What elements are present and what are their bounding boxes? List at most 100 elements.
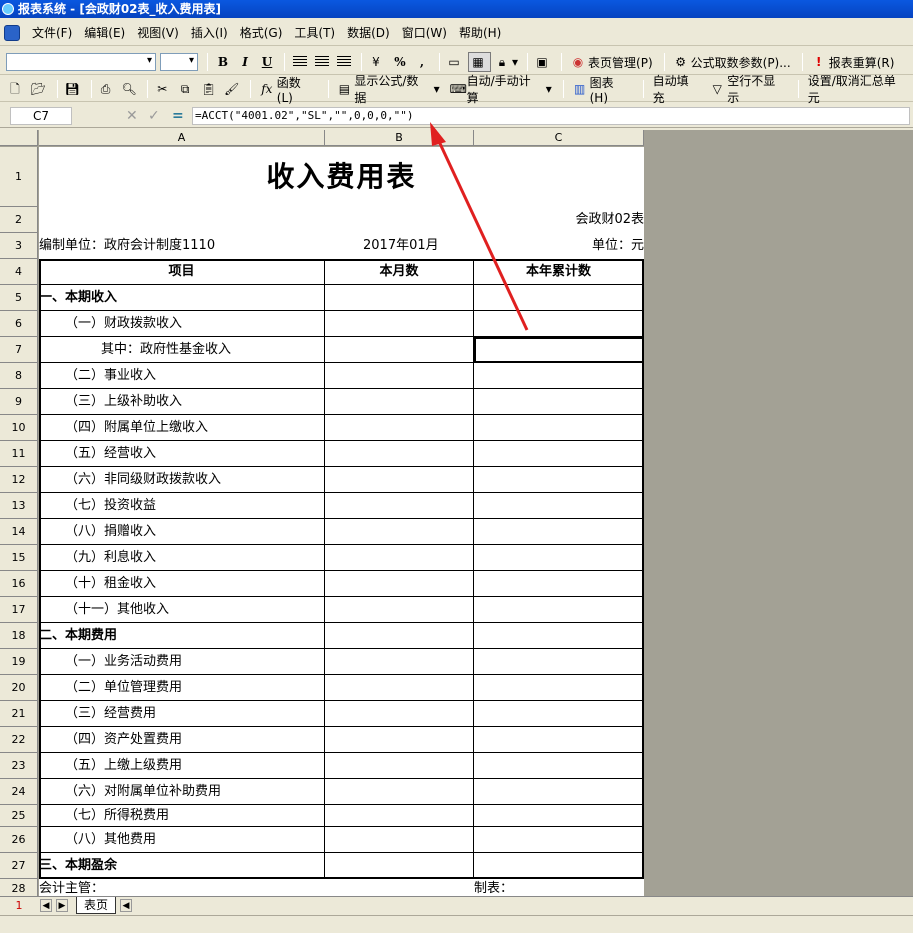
- month-value-cell[interactable]: [325, 363, 474, 389]
- row-header-11[interactable]: 11: [0, 441, 38, 467]
- row-header-8[interactable]: 8: [0, 363, 38, 389]
- month-value-cell[interactable]: [325, 519, 474, 545]
- bold-button[interactable]: B: [213, 52, 233, 72]
- month-value-cell[interactable]: [325, 727, 474, 753]
- ytd-value-cell[interactable]: [474, 571, 644, 597]
- month-value-cell[interactable]: [325, 337, 474, 363]
- ytd-value-cell[interactable]: [474, 519, 644, 545]
- row-header-7[interactable]: 7: [0, 337, 38, 363]
- confirm-icon[interactable]: ✓: [148, 108, 160, 124]
- cancel-icon[interactable]: ✕: [126, 108, 138, 124]
- ytd-value-cell[interactable]: [474, 363, 644, 389]
- month-value-cell[interactable]: [325, 779, 474, 805]
- screen-button[interactable]: ▣: [533, 52, 554, 72]
- row-header-15[interactable]: 15: [0, 545, 38, 571]
- menu-file[interactable]: 文件(F): [26, 24, 78, 41]
- row-header-24[interactable]: 24: [0, 779, 38, 805]
- month-value-cell[interactable]: [325, 441, 474, 467]
- document-icon[interactable]: [4, 24, 20, 41]
- page-mgmt-button[interactable]: ◉ 表页管理(P): [567, 52, 657, 72]
- row-header-16[interactable]: 16: [0, 571, 38, 597]
- column-header-a[interactable]: A: [39, 130, 325, 146]
- set-total-button[interactable]: 设置/取消汇总单元: [804, 74, 911, 105]
- print-preview-button[interactable]: 🔍︎: [120, 79, 141, 99]
- ytd-value-cell[interactable]: [474, 623, 644, 649]
- ytd-value-cell[interactable]: [474, 441, 644, 467]
- formula-params-button[interactable]: ⚙ 公式取数参数(P)...: [670, 52, 795, 72]
- ytd-value-cell[interactable]: [474, 779, 644, 805]
- month-value-cell[interactable]: [325, 853, 474, 879]
- ytd-value-cell[interactable]: [474, 285, 644, 311]
- lock-button[interactable]: 🔒︎ ▾: [493, 52, 520, 72]
- row-header-2[interactable]: 2: [0, 207, 38, 233]
- menu-data[interactable]: 数据(D): [341, 24, 396, 41]
- grid-button[interactable]: ▦: [468, 52, 491, 72]
- sheet-tab[interactable]: 表页: [76, 897, 116, 914]
- show-formula-button[interactable]: ▤ 显示公式/数据 ▾: [334, 74, 444, 105]
- month-value-cell[interactable]: [325, 389, 474, 415]
- row-header-28[interactable]: 28: [0, 879, 38, 896]
- menu-window[interactable]: 窗口(W): [396, 24, 453, 41]
- month-value-cell[interactable]: [325, 467, 474, 493]
- equals-icon[interactable]: =: [172, 108, 184, 124]
- function-button[interactable]: fx 函数(L): [256, 76, 321, 105]
- menu-format[interactable]: 格式(G): [234, 24, 289, 41]
- row-header-22[interactable]: 22: [0, 727, 38, 753]
- percent-button[interactable]: %: [390, 52, 410, 72]
- paste-button[interactable]: 📋︎: [199, 79, 220, 99]
- row-header-12[interactable]: 12: [0, 467, 38, 493]
- column-header-b[interactable]: B: [325, 130, 474, 146]
- select-all-corner[interactable]: [0, 130, 38, 146]
- font-size-select[interactable]: [160, 53, 198, 71]
- open-button[interactable]: 📂︎: [29, 79, 50, 99]
- new-button[interactable]: 🗋: [6, 79, 27, 99]
- row-header-27[interactable]: 27: [0, 853, 38, 879]
- month-value-cell[interactable]: [325, 571, 474, 597]
- ytd-value-cell[interactable]: [474, 545, 644, 571]
- row-header-25[interactable]: 25: [0, 805, 38, 827]
- autofill-button[interactable]: 自动填充: [649, 74, 705, 105]
- month-value-cell[interactable]: [325, 649, 474, 675]
- menu-view[interactable]: 视图(V): [131, 24, 185, 41]
- row-header-19[interactable]: 19: [0, 649, 38, 675]
- align-left-button[interactable]: [290, 52, 310, 72]
- cut-button[interactable]: ✂: [153, 79, 174, 99]
- format-painter-button[interactable]: 🖌︎: [222, 79, 243, 99]
- ytd-value-cell[interactable]: [474, 853, 644, 879]
- ytd-value-cell[interactable]: [474, 805, 644, 827]
- month-value-cell[interactable]: [325, 827, 474, 853]
- month-value-cell[interactable]: [325, 493, 474, 519]
- italic-button[interactable]: I: [235, 52, 255, 72]
- row-header-1[interactable]: 1: [0, 147, 38, 207]
- font-select[interactable]: [6, 53, 156, 71]
- align-center-button[interactable]: [312, 52, 332, 72]
- ytd-value-cell[interactable]: [474, 493, 644, 519]
- ytd-value-cell[interactable]: [474, 753, 644, 779]
- month-value-cell[interactable]: [325, 623, 474, 649]
- column-header-c[interactable]: C: [474, 130, 644, 146]
- cell-reference-box[interactable]: C7: [10, 107, 72, 125]
- row-header-13[interactable]: 13: [0, 493, 38, 519]
- underline-button[interactable]: U: [257, 52, 277, 72]
- save-button[interactable]: 💾︎: [63, 79, 84, 99]
- tab-prev-icon[interactable]: ◀: [40, 899, 52, 912]
- month-value-cell[interactable]: [325, 415, 474, 441]
- row-header-23[interactable]: 23: [0, 753, 38, 779]
- print-button[interactable]: ⎙: [97, 79, 118, 99]
- row-header-14[interactable]: 14: [0, 519, 38, 545]
- formula-input[interactable]: =ACCT("4001.02","SL","",0,0,0,""): [192, 107, 910, 125]
- copy-button[interactable]: ⧉: [176, 79, 197, 99]
- recalc-button[interactable]: ! 报表重算(R): [808, 52, 899, 72]
- border-button[interactable]: ▭: [445, 52, 466, 72]
- chart-button[interactable]: ▥ 图表(H): [569, 76, 636, 105]
- ytd-value-cell[interactable]: [474, 727, 644, 753]
- currency-format-button[interactable]: ¥: [367, 52, 388, 72]
- menu-insert[interactable]: 插入(I): [185, 24, 234, 41]
- row-header-17[interactable]: 17: [0, 597, 38, 623]
- row-header-6[interactable]: 6: [0, 311, 38, 337]
- ytd-value-cell[interactable]: [474, 311, 644, 337]
- tab-next-icon[interactable]: ▶: [56, 899, 68, 912]
- ytd-value-cell[interactable]: [474, 389, 644, 415]
- month-value-cell[interactable]: [325, 675, 474, 701]
- blank-row-button[interactable]: ▽ 空行不显示: [706, 74, 790, 105]
